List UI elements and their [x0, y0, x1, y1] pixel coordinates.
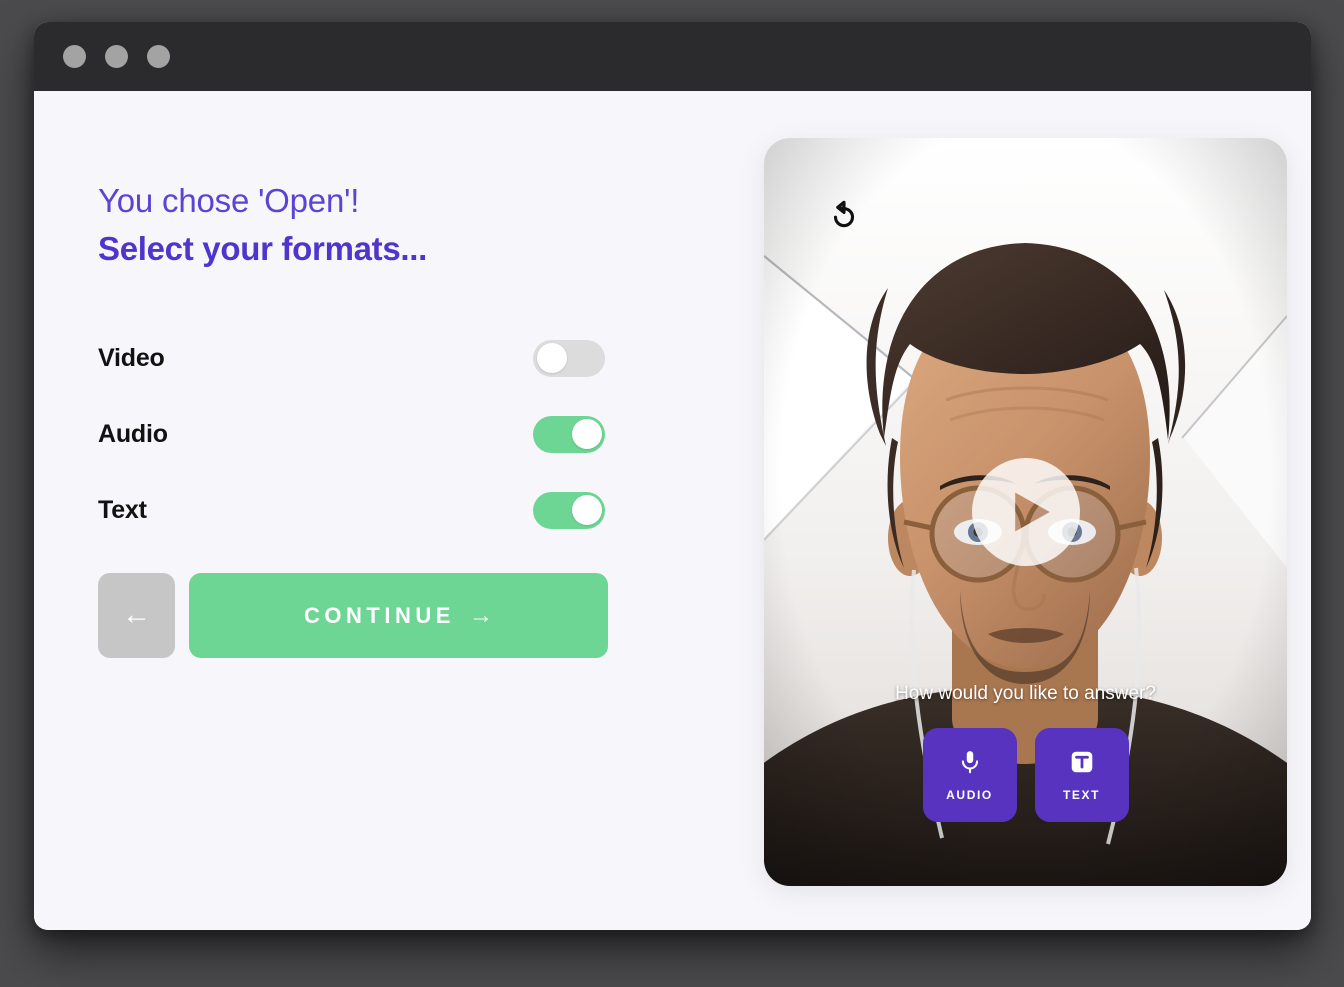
- minimize-button-dot[interactable]: [105, 45, 128, 68]
- format-label-video: Video: [98, 343, 165, 372]
- answer-choice-audio-label: AUDIO: [946, 787, 993, 802]
- answer-prompt: How would you like to answer?: [895, 683, 1156, 704]
- format-row-text: Text: [98, 485, 605, 535]
- answer-choice-text[interactable]: TEXT: [1034, 728, 1129, 822]
- close-button-dot[interactable]: [63, 45, 86, 68]
- format-row-audio: Audio: [98, 409, 605, 459]
- answer-choice-audio[interactable]: AUDIO: [922, 728, 1017, 822]
- format-label-audio: Audio: [98, 419, 168, 448]
- format-toggle-list: Video Audio Text: [98, 333, 605, 535]
- toggle-text[interactable]: [533, 491, 605, 529]
- play-icon[interactable]: [971, 458, 1080, 566]
- preview-panel: How would you like to answer? AUDIO TEXT: [731, 91, 1311, 930]
- maximize-button-dot[interactable]: [147, 45, 170, 68]
- toggle-knob: [536, 343, 567, 374]
- window-titlebar: [34, 22, 1311, 91]
- microphone-icon: [961, 750, 978, 773]
- page-subtitle: You chose 'Open'!: [98, 182, 360, 219]
- format-label-text: Text: [98, 495, 147, 524]
- text-format-icon: [1071, 751, 1092, 772]
- browser-window: You chose 'Open'! Select your formats...…: [34, 22, 1311, 930]
- format-selection-panel: You chose 'Open'! Select your formats...…: [34, 91, 731, 930]
- continue-button-label: CONTINUE: [304, 602, 455, 628]
- toggle-video[interactable]: [533, 339, 605, 377]
- toggle-audio[interactable]: [533, 415, 605, 453]
- video-preview-card[interactable]: How would you like to answer? AUDIO TEXT: [764, 138, 1287, 886]
- replay-icon[interactable]: [827, 200, 861, 234]
- action-bar: ← CONTINUE →: [98, 573, 731, 659]
- arrow-right-icon: →: [468, 601, 493, 629]
- page-content: You chose 'Open'! Select your formats...…: [34, 91, 1311, 930]
- arrow-left-icon: ←: [122, 599, 151, 632]
- screen: You chose 'Open'! Select your formats...…: [0, 0, 1344, 987]
- answer-choice-text-label: TEXT: [1062, 787, 1101, 802]
- answer-choice-list: AUDIO TEXT: [764, 728, 1287, 822]
- toggle-knob: [571, 495, 602, 526]
- continue-button[interactable]: CONTINUE →: [189, 573, 608, 659]
- format-row-video: Video: [98, 333, 605, 383]
- toggle-knob: [571, 419, 602, 450]
- back-button[interactable]: ←: [98, 573, 175, 659]
- page-title: Select your formats...: [98, 229, 428, 267]
